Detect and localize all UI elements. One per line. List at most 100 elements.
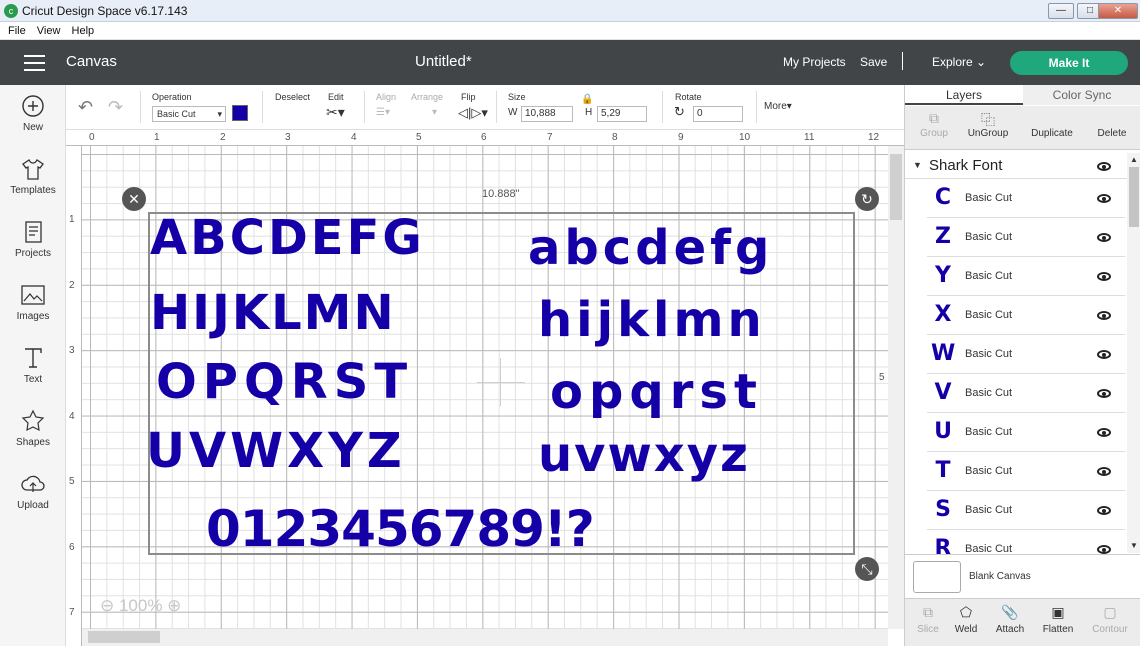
delete-handle-icon[interactable]: ✕ (122, 187, 146, 211)
window-title: Cricut Design Space v6.17.143 (22, 4, 188, 18)
layer-thumbnail: V (934, 380, 952, 405)
canvas-horizontal-scrollbar[interactable] (82, 629, 888, 646)
visibility-eye-icon[interactable] (1097, 350, 1111, 359)
sidebar-item-shapes[interactable]: Shapes (0, 408, 66, 468)
attach-button[interactable]: 📎 Attach (987, 604, 1033, 635)
design-canvas[interactable]: 10.888" ✕ ↻ ⤡ 5 ABCDEFG abcdefg HIJKLMN … (82, 146, 888, 629)
contour-button[interactable]: ▢ Contour (1087, 604, 1133, 635)
group-button[interactable]: ⧉ Group (905, 110, 963, 139)
weld-button[interactable]: ⬠ Weld (943, 604, 989, 635)
document-title[interactable]: Untitled* (415, 53, 472, 70)
canvas-vertical-scrollbar[interactable] (888, 146, 904, 629)
scroll-up-icon[interactable]: ▲ (1130, 155, 1138, 164)
height-input[interactable]: 5,29 (597, 106, 647, 122)
visibility-eye-icon[interactable] (1097, 272, 1111, 281)
edge-ruler-number: 5 (879, 372, 885, 383)
make-it-button[interactable]: Make It (1010, 51, 1128, 75)
visibility-eye-icon[interactable] (1097, 467, 1111, 476)
glyph-row-upper-u-z[interactable]: UVWXYZ (146, 427, 406, 475)
flatten-button[interactable]: ▣ Flatten (1035, 604, 1081, 635)
resize-handle-icon[interactable]: ⤡ (855, 557, 879, 581)
visibility-eye-icon[interactable] (1097, 194, 1111, 203)
layer-item[interactable]: U Basic Cut (927, 414, 1125, 452)
lock-icon[interactable]: 🔒 (581, 94, 593, 105)
scroll-thumb[interactable] (890, 154, 902, 220)
visibility-eye-icon[interactable] (1097, 506, 1111, 515)
flatten-label: Flatten (1042, 624, 1074, 635)
glyph-row-upper-a-g[interactable]: ABCDEFG (150, 214, 425, 262)
align-icon[interactable]: ☰▾ (376, 107, 390, 118)
glyph-row-lower-h-n[interactable]: hijklmn (538, 296, 766, 344)
operation-color-swatch[interactable] (232, 105, 248, 121)
edit-scissors-icon[interactable]: ✂▾ (326, 104, 345, 121)
layer-item[interactable]: V Basic Cut (927, 375, 1125, 413)
layer-group-shark-font[interactable]: ▼ Shark Font (905, 153, 1127, 179)
canvas-color-swatch[interactable] (913, 561, 961, 593)
layer-thumbnail: W (931, 341, 956, 366)
glyph-row-lower-a-g[interactable]: abcdefg (528, 224, 773, 272)
sidebar-item-projects[interactable]: Projects (0, 219, 66, 279)
layer-item[interactable]: W Basic Cut (927, 336, 1125, 374)
explore-dropdown[interactable]: Explore ⌄ (932, 55, 986, 69)
ungroup-button[interactable]: ⿻ UnGroup (959, 110, 1017, 139)
glyph-row-lower-u-z[interactable]: uvwxyz (538, 431, 750, 479)
menu-file[interactable]: File (8, 22, 26, 40)
sidebar-item-new[interactable]: New (0, 93, 66, 153)
toolbar-divider (262, 91, 263, 123)
rotate-handle-icon[interactable]: ↻ (855, 187, 879, 211)
rotate-input[interactable]: 0 (693, 106, 743, 122)
visibility-eye-icon[interactable] (1097, 311, 1111, 320)
delete-button[interactable]: Delete (1083, 110, 1140, 139)
visibility-eye-icon[interactable] (1097, 428, 1111, 437)
tab-color-sync[interactable]: Color Sync (1023, 85, 1140, 105)
layers-scrollbar[interactable]: ▲ ▼ (1127, 153, 1140, 553)
my-projects-link[interactable]: My Projects (783, 55, 846, 69)
canvas-label: Canvas (66, 53, 117, 70)
glyph-row-upper-o-t[interactable]: OPQRST (156, 358, 413, 406)
sidebar-item-images[interactable]: Images (0, 282, 66, 342)
sidebar-item-templates[interactable]: Templates (0, 156, 66, 216)
layer-item[interactable]: S Basic Cut (927, 492, 1125, 530)
close-window-button[interactable]: ✕ (1098, 3, 1138, 19)
layer-item[interactable]: Z Basic Cut (927, 219, 1125, 257)
glyph-row-numbers[interactable]: 0123456789!? (206, 504, 595, 554)
arrange-dropdown-icon[interactable]: ▾ (432, 107, 437, 118)
ungroup-icon: ⿻ (981, 112, 995, 128)
menu-view[interactable]: View (37, 22, 61, 40)
visibility-eye-icon[interactable] (1097, 545, 1111, 554)
more-button[interactable]: More▾ (764, 101, 792, 112)
scroll-down-icon[interactable]: ▼ (1130, 541, 1138, 550)
tab-layers[interactable]: Layers (905, 85, 1023, 105)
minimize-button[interactable]: — (1048, 3, 1074, 19)
blank-canvas-row[interactable]: Blank Canvas (905, 554, 1140, 598)
undo-icon[interactable]: ↶ (78, 97, 93, 118)
weld-label: Weld (954, 624, 978, 635)
collapse-caret-icon[interactable]: ▼ (913, 160, 922, 170)
glyph-row-upper-h-n[interactable]: HIJKLMN (150, 289, 396, 337)
layer-item[interactable]: Y Basic Cut (927, 258, 1125, 296)
scroll-thumb[interactable] (88, 631, 160, 643)
scroll-thumb[interactable] (1129, 167, 1139, 227)
delete-label: Delete (1097, 128, 1127, 139)
menu-help[interactable]: Help (72, 22, 95, 40)
visibility-eye-icon[interactable] (1097, 162, 1111, 171)
layer-item[interactable]: C Basic Cut (927, 180, 1125, 218)
trash-icon (1083, 110, 1140, 128)
flip-icon[interactable]: ◁|▷▾ (458, 105, 488, 121)
visibility-eye-icon[interactable] (1097, 233, 1111, 242)
width-input[interactable]: 10,888 (521, 106, 573, 122)
redo-icon[interactable]: ↷ (108, 97, 123, 118)
duplicate-button[interactable]: Duplicate (1023, 110, 1081, 139)
layer-item[interactable]: R Basic Cut (927, 531, 1125, 554)
deselect-button[interactable]: Deselect (275, 92, 310, 102)
glyph-row-lower-o-t[interactable]: opqrst (550, 368, 763, 416)
hamburger-menu-icon[interactable] (24, 55, 45, 71)
save-link[interactable]: Save (860, 55, 887, 69)
operation-select[interactable]: Basic Cut ▾ (152, 106, 226, 122)
ruler-tick: 11 (804, 132, 815, 143)
layer-item[interactable]: X Basic Cut (927, 297, 1125, 335)
layer-item[interactable]: T Basic Cut (927, 453, 1125, 491)
sidebar-item-upload[interactable]: Upload (0, 471, 66, 531)
visibility-eye-icon[interactable] (1097, 389, 1111, 398)
sidebar-item-text[interactable]: Text (0, 345, 66, 405)
